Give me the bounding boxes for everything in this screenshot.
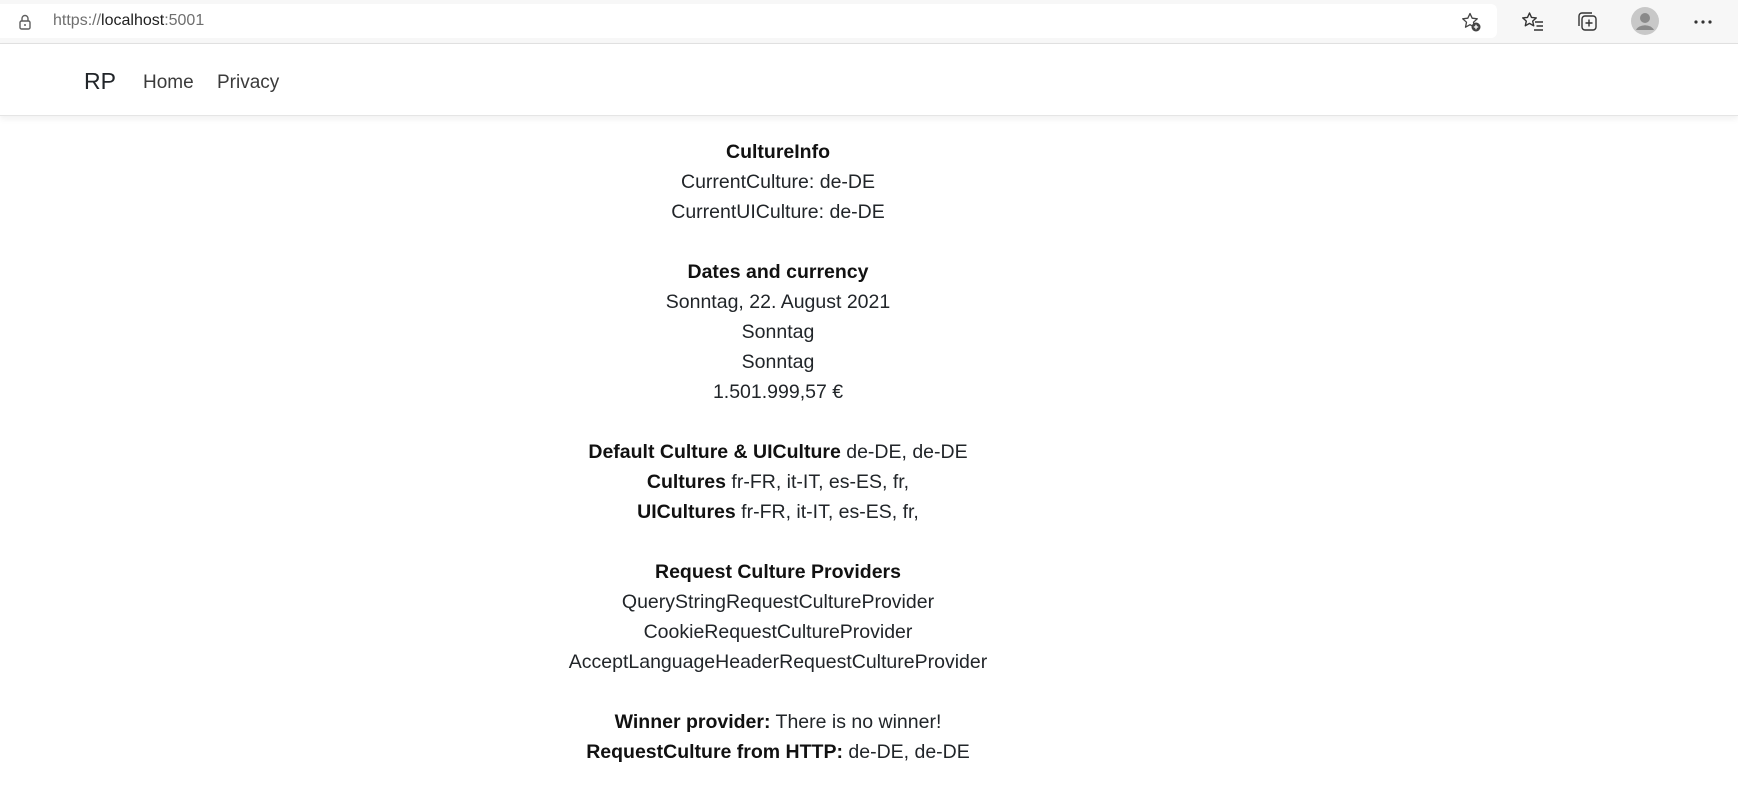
currency-value: 1.501.999,57 € [712, 381, 844, 403]
provider-item: AcceptLanguageHeaderRequestCultureProvid… [568, 651, 988, 673]
culture-info-heading: CultureInfo [726, 141, 830, 163]
provider-item: QueryStringRequestCultureProvider [621, 591, 935, 613]
main-content: CultureInfo CurrentCulture: de-DE Curren… [0, 137, 1556, 767]
url-port: :5001 [164, 12, 205, 29]
winner-value: There is no winner! [770, 711, 942, 733]
nav-link-privacy[interactable]: Privacy [217, 72, 279, 94]
dates-currency-section: Dates and currency [0, 257, 1556, 287]
current-ui-culture: CurrentUICulture: de-DE [671, 201, 885, 223]
url-host: localhost [101, 12, 165, 29]
lock-icon[interactable] [16, 13, 34, 31]
default-culture-label: Default Culture & UICulture [588, 441, 841, 463]
url-scheme: https:// [53, 12, 102, 29]
cultures-row: Cultures fr-FR, it-IT, es-ES, fr, [0, 467, 1556, 497]
add-favorite-icon[interactable] [1460, 11, 1482, 33]
providers-section: Request Culture Providers [0, 557, 1556, 587]
profile-avatar-icon[interactable] [1630, 6, 1660, 36]
cultures-label: Cultures [646, 471, 726, 493]
uicultures-label: UICultures [637, 501, 736, 523]
winner-row: Winner provider: There is no winner! [0, 707, 1556, 737]
collections-icon[interactable] [1574, 8, 1602, 36]
default-culture-row: Default Culture & UICulture de-DE, de-DE [0, 437, 1556, 467]
brand-link[interactable]: RP [84, 68, 116, 95]
nav-link-home[interactable]: Home [143, 72, 194, 94]
uicultures-value: fr-FR, it-IT, es-ES, fr, [735, 501, 919, 523]
browser-toolbar: https://localhost:5001 [0, 0, 1738, 44]
current-culture: CurrentCulture: de-DE [681, 171, 875, 193]
site-navbar: RP Home Privacy [0, 44, 1738, 116]
request-culture-label: RequestCulture from HTTP: [586, 741, 843, 763]
url-text[interactable]: https://localhost:5001 [53, 12, 204, 30]
uicultures-row: UICultures fr-FR, it-IT, es-ES, fr, [0, 497, 1556, 527]
day-name: Sonntag [741, 321, 815, 343]
winner-label: Winner provider: [614, 711, 771, 733]
dates-currency-heading: Dates and currency [687, 261, 869, 283]
day-name: Sonntag [741, 351, 815, 373]
more-icon[interactable] [1689, 8, 1717, 36]
request-culture-value: de-DE, de-DE [842, 741, 970, 763]
long-date: Sonntag, 22. August 2021 [665, 291, 891, 313]
providers-heading: Request Culture Providers [655, 561, 901, 583]
culture-info-section: CultureInfo [0, 137, 1556, 167]
favorites-icon[interactable] [1519, 8, 1547, 36]
provider-item: CookieRequestCultureProvider [643, 621, 913, 643]
default-culture-value: de-DE, de-DE [840, 441, 968, 463]
cultures-value: fr-FR, it-IT, es-ES, fr, [726, 471, 910, 493]
request-culture-row: RequestCulture from HTTP: de-DE, de-DE [0, 737, 1556, 767]
address-bar[interactable]: https://localhost:5001 [0, 4, 1497, 38]
